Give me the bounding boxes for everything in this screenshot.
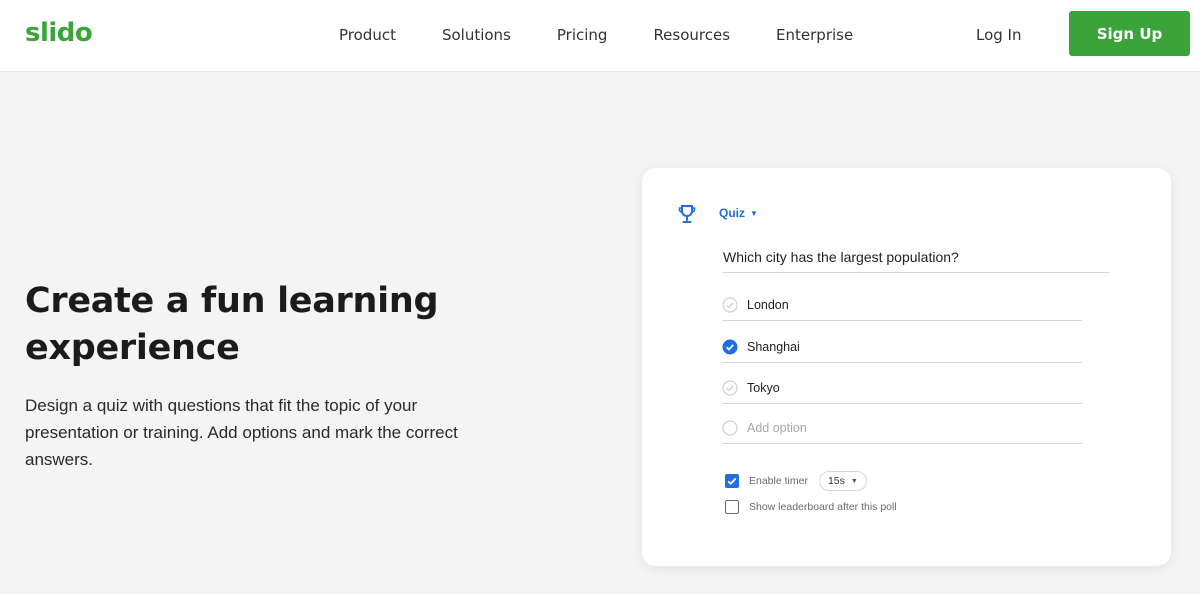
checkmark-icon xyxy=(727,477,737,485)
enable-timer-setting: Enable timer 15s ▼ xyxy=(725,471,867,491)
add-option-row[interactable]: Add option xyxy=(722,411,1082,444)
top-navigation-bar: slido Product Solutions Pricing Resource… xyxy=(0,0,1200,72)
main-nav: Product Solutions Pricing Resources Ente… xyxy=(339,26,899,44)
check-circle-icon[interactable] xyxy=(722,339,738,355)
enable-timer-label: Enable timer xyxy=(749,475,808,487)
trophy-icon xyxy=(678,205,696,223)
leaderboard-label: Show leaderboard after this poll xyxy=(749,501,897,513)
login-link[interactable]: Log In xyxy=(976,26,1022,44)
empty-circle-icon xyxy=(722,420,738,436)
leaderboard-setting: Show leaderboard after this poll xyxy=(725,500,897,514)
hero-description: Design a quiz with questions that fit th… xyxy=(25,396,458,469)
chevron-down-icon: ▼ xyxy=(850,477,858,485)
nav-item-enterprise[interactable]: Enterprise xyxy=(776,26,853,44)
option-label: Tokyo xyxy=(747,381,780,395)
check-circle-icon[interactable] xyxy=(722,380,738,396)
option-row[interactable]: Tokyo xyxy=(722,371,1082,404)
poll-type-dropdown[interactable]: Quiz ▼ xyxy=(719,206,758,220)
add-option-input[interactable]: Add option xyxy=(747,421,807,435)
quiz-editor-card: Quiz ▼ Which city has the largest popula… xyxy=(642,168,1171,566)
timer-dropdown[interactable]: 15s ▼ xyxy=(818,471,867,491)
poll-type-label: Quiz xyxy=(719,206,745,220)
enable-timer-checkbox[interactable] xyxy=(725,474,739,488)
nav-item-pricing[interactable]: Pricing xyxy=(557,26,608,44)
timer-value: 15s xyxy=(827,475,845,487)
chevron-down-icon: ▼ xyxy=(750,208,758,218)
nav-item-product[interactable]: Product xyxy=(339,26,396,44)
hero-title: Create a fun learning experience xyxy=(25,281,439,368)
leaderboard-checkbox[interactable] xyxy=(725,500,739,514)
option-label: Shanghai xyxy=(747,340,800,354)
nav-item-resources[interactable]: Resources xyxy=(653,26,730,44)
slido-logo[interactable]: slido xyxy=(25,18,93,48)
option-row[interactable]: Shanghai xyxy=(722,330,1082,363)
nav-item-solutions[interactable]: Solutions xyxy=(442,26,511,44)
option-label: London xyxy=(747,298,789,312)
signup-button[interactable]: Sign Up xyxy=(1069,11,1190,56)
option-row[interactable]: London xyxy=(722,288,1082,321)
question-input[interactable]: Which city has the largest population? xyxy=(723,240,1109,273)
check-circle-icon[interactable] xyxy=(722,297,738,313)
